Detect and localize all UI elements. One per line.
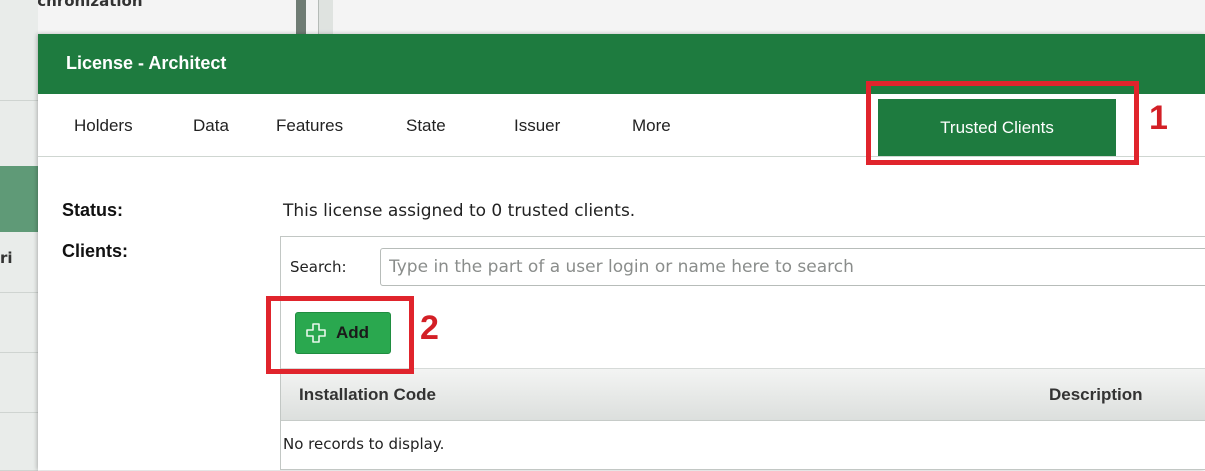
column-header-description[interactable]: Description xyxy=(1049,385,1143,405)
search-input[interactable] xyxy=(380,248,1205,286)
clients-label: Clients: xyxy=(62,241,129,261)
background-sidebar-row xyxy=(0,412,38,471)
tab-features[interactable]: Features xyxy=(276,94,343,156)
status-label: Status: xyxy=(62,200,124,220)
background-sidebar-row xyxy=(0,292,38,353)
search-label: Search: xyxy=(290,258,347,276)
tab-issuer[interactable]: Issuer xyxy=(514,94,560,156)
background-sidebar xyxy=(0,0,38,471)
annotation-number-1: 1 xyxy=(1149,99,1168,137)
clients-grid: Search: Add Installation Code Descriptio… xyxy=(280,236,1205,470)
background-sidebar-selected xyxy=(0,166,38,232)
grid-header: Installation Code Description xyxy=(281,369,1205,421)
grid-empty-message: No records to display. xyxy=(283,435,445,453)
status-value: This license assigned to 0 trusted clien… xyxy=(283,201,636,221)
background-splitter xyxy=(296,0,306,34)
annotation-number-2: 2 xyxy=(420,309,439,347)
tab-more[interactable]: More xyxy=(632,94,671,156)
dialog-title: License - Architect xyxy=(66,53,227,73)
column-header-installation-code[interactable]: Installation Code xyxy=(299,385,436,405)
highlight-box-trusted-clients xyxy=(866,81,1139,165)
background-sidebar-row xyxy=(0,34,38,101)
background-side-text: ri xyxy=(0,249,13,267)
highlight-box-add-button xyxy=(266,296,414,374)
tab-data[interactable]: Data xyxy=(193,94,229,156)
background-sidebar-row xyxy=(0,100,38,167)
tab-holders[interactable]: Holders xyxy=(74,94,133,156)
tab-state[interactable]: State xyxy=(406,94,446,156)
background-pane-edge xyxy=(318,0,333,34)
tab-content: Status: This license assigned to 0 trust… xyxy=(38,157,1205,470)
background-sidebar-row xyxy=(0,352,38,413)
background-header: Synchronization xyxy=(0,0,1205,34)
